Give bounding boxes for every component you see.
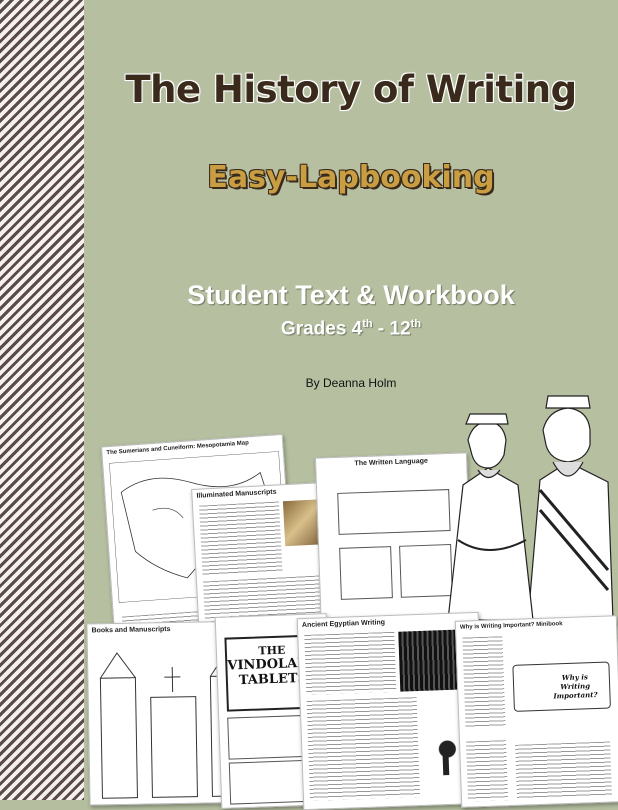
grades-sup-2: th — [410, 318, 422, 330]
why-text-1 — [462, 636, 506, 728]
written-language-title: The Written Language — [354, 457, 428, 468]
author-line: By Deanna Holm — [305, 376, 397, 390]
grades-sup-1: th — [362, 318, 373, 330]
egyptian-text-2 — [306, 697, 421, 801]
why-text-2 — [466, 740, 509, 802]
book-title: The History of Writing — [125, 67, 578, 112]
why-page: Why is Writing Important? Minibook Why i… — [454, 615, 618, 808]
why-lines — [515, 741, 613, 800]
written-language-box-1 — [337, 489, 451, 535]
manuscripts-text-1 — [199, 501, 283, 576]
book-subtitle: Easy-Lapbooking — [207, 160, 495, 195]
workbook-label: Student Text & Workbook — [187, 280, 515, 310]
figures-illustration — [448, 395, 614, 620]
grades-label: Grades 4th - 12th — [84, 318, 618, 340]
written-language-box-3 — [399, 544, 453, 598]
why-label: Why is Writing Important? — [553, 672, 598, 701]
grades-prefix: Grades 4 — [280, 318, 363, 340]
egyptian-text-1 — [304, 631, 397, 695]
written-language-box-2 — [339, 546, 393, 600]
striped-border — [0, 0, 84, 800]
grades-mid: - 12 — [372, 318, 411, 340]
